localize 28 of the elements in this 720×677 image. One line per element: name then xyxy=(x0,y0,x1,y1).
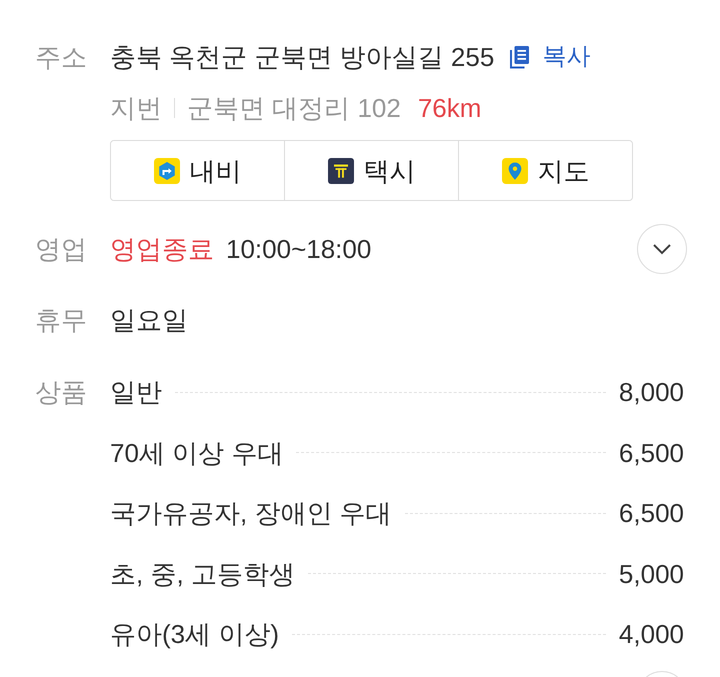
distance: 76km xyxy=(418,92,482,125)
ticket-price: 6,500 xyxy=(618,436,684,470)
t-mark-icon xyxy=(328,158,354,184)
lot-label: 지번 xyxy=(110,92,162,125)
business-hours: 10:00~18:00 xyxy=(226,233,372,266)
map-pin-icon xyxy=(502,158,528,184)
road-address: 충북 옥천군 군북면 방아실길 255 xyxy=(110,41,494,74)
ticket-price: 5,000 xyxy=(618,558,684,590)
closed-day: 일요일 xyxy=(110,303,188,337)
ticket-type: 초, 중, 고등학생 xyxy=(110,558,295,590)
business-status: 영업종료 xyxy=(110,233,214,266)
ticket-price: 8,000 xyxy=(618,376,684,409)
ticket-type: 일반 xyxy=(110,376,162,409)
field-label: 영업 xyxy=(35,233,87,266)
field-label: 주소 xyxy=(35,41,87,74)
copy-button[interactable]: 복사 xyxy=(509,40,590,74)
ticket-price: 4,000 xyxy=(618,618,684,651)
field-label: 상품 xyxy=(35,376,87,409)
ticket-type: 유아(3세 이상) xyxy=(110,618,279,651)
ticket-type: 70세 이상 우대 xyxy=(110,436,284,470)
lot-address: 군북면 대정리 102 xyxy=(187,92,401,125)
field-label: 휴무 xyxy=(35,304,87,337)
ticket-price: 6,500 xyxy=(618,497,684,530)
expand-button[interactable] xyxy=(637,224,687,274)
copy-icon xyxy=(509,45,532,69)
map-button[interactable]: 지도 xyxy=(458,141,632,200)
chevron-down-icon xyxy=(652,243,672,255)
ticket-type: 국가유공자, 장애인 우대 xyxy=(110,497,392,530)
